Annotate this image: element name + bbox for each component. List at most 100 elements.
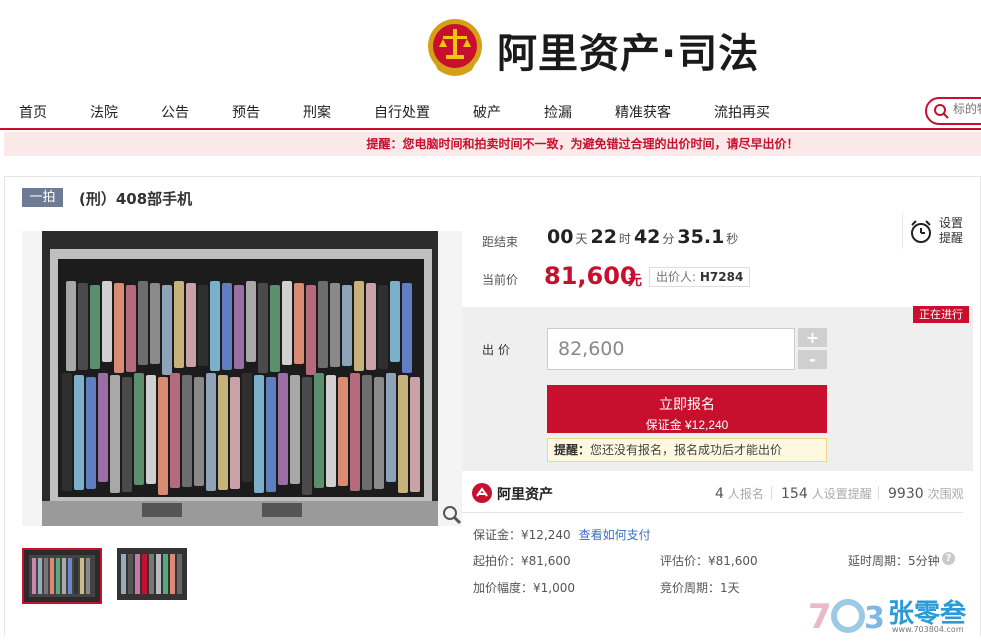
- bid-increase-button[interactable]: +: [798, 328, 827, 347]
- views-label: 次围观: [927, 487, 964, 501]
- phone-shape: [266, 377, 276, 492]
- info-divider: [462, 512, 963, 513]
- svg-text:7: 7: [808, 597, 832, 636]
- phone-shape: [330, 283, 340, 367]
- search-input[interactable]: [953, 102, 981, 116]
- thumbnail-2[interactable]: [117, 548, 197, 604]
- phone-shape: [258, 283, 268, 373]
- phone-shape: [230, 377, 240, 489]
- header: 阿里资产·司法: [0, 0, 981, 92]
- phone-shape: [354, 281, 364, 371]
- phone-shape: [314, 373, 324, 488]
- phone-shape: [138, 281, 148, 365]
- phone-shape: [114, 283, 124, 373]
- svg-text:3: 3: [864, 601, 884, 636]
- signups-label: 人报名: [727, 487, 764, 501]
- search-box[interactable]: [925, 97, 981, 125]
- phone-shape: [102, 281, 112, 362]
- deposit-info: 保证金：¥12,240 查看如何支付: [473, 526, 651, 543]
- phone-shape: [170, 373, 180, 488]
- nav-item-announcement[interactable]: 公告: [161, 102, 189, 122]
- nav-item-preview[interactable]: 预告: [232, 102, 260, 122]
- phone-shape: [218, 375, 228, 490]
- phones-case-photo: [22, 231, 462, 526]
- start-price-info: 起拍价：¥81,600: [473, 554, 571, 568]
- phone-shape: [110, 375, 120, 493]
- signup-deposit-label: 保证金 ¥12,240: [645, 417, 729, 432]
- phone-shape: [302, 377, 312, 495]
- phone-shape: [378, 285, 388, 369]
- phone-shape: [86, 377, 96, 489]
- thumbnail-1[interactable]: [22, 548, 102, 604]
- bid-cycle-info: 竞价周期：1天: [660, 581, 740, 595]
- phone-shape: [294, 283, 304, 364]
- signups-count: 4: [715, 486, 724, 502]
- nav-item-rebuy[interactable]: 流拍再买: [714, 102, 770, 122]
- countdown-days-unit: 天: [575, 232, 588, 246]
- watermark: 7 3 张零叁 www.703804.com: [808, 592, 968, 638]
- phone-shape: [386, 373, 396, 482]
- ali-assets-logo-icon: [472, 483, 492, 503]
- help-icon[interactable]: ?: [942, 552, 955, 565]
- brand-title: 阿里资产·司法: [497, 31, 760, 77]
- nav-item-criminal[interactable]: 刑案: [303, 102, 331, 122]
- phone-shape: [374, 377, 384, 489]
- stats-divider: [771, 486, 772, 500]
- current-price: 81,600: [544, 262, 637, 290]
- signups-stat: 4 人报名: [715, 485, 764, 502]
- phone-shape: [350, 373, 360, 491]
- phone-shape: [74, 375, 84, 490]
- phone-shape: [150, 283, 160, 364]
- nav-item-precise-leads[interactable]: 精准获客: [615, 102, 671, 122]
- search-icon: [934, 104, 949, 119]
- current-price-label: 当前价: [482, 273, 519, 287]
- phone-shape: [198, 285, 208, 366]
- countdown-seconds: 35.1: [677, 226, 725, 248]
- bid-decrease-button[interactable]: -: [798, 350, 827, 369]
- nav-item-bankruptcy[interactable]: 破产: [473, 102, 501, 122]
- auction-round-tag: 一拍: [22, 188, 63, 207]
- set-reminder-button[interactable]: 设置提醒: [902, 213, 972, 249]
- phone-shape: [306, 285, 316, 375]
- nav-item-bargains[interactable]: 捡漏: [544, 102, 572, 122]
- phone-shape: [254, 375, 264, 493]
- deposit-value: 保证金：¥12,240: [473, 528, 571, 542]
- nav-divider: [0, 128, 981, 130]
- current-price-unit: 元: [628, 273, 642, 289]
- phone-shape: [234, 285, 244, 369]
- phone-shape: [326, 375, 336, 487]
- platform-name: 阿里资产: [497, 487, 553, 503]
- how-to-pay-link[interactable]: 查看如何支付: [579, 528, 651, 542]
- phone-shape: [366, 283, 376, 370]
- countdown-hours-unit: 时: [618, 232, 631, 246]
- phone-shape: [338, 377, 348, 486]
- countdown-seconds-unit: 秒: [726, 232, 739, 246]
- phone-shape: [270, 285, 280, 372]
- zoom-icon[interactable]: [442, 505, 462, 525]
- phone-shape: [362, 375, 372, 490]
- nav-item-self-disposal[interactable]: 自行处置: [374, 102, 430, 122]
- phone-shape: [126, 285, 136, 372]
- watermark-logo-icon: 7 3: [808, 597, 885, 637]
- reminders-count: 154: [781, 486, 808, 502]
- phone-shape: [66, 281, 76, 371]
- signup-tip: 提醒：您还没有报名，报名成功后才能出价: [547, 438, 827, 462]
- views-count: 9930: [888, 486, 924, 502]
- phone-shape: [158, 377, 168, 495]
- countdown-minutes-unit: 分: [662, 232, 675, 246]
- phone-shape: [282, 281, 292, 365]
- phone-shape: [194, 377, 204, 486]
- phone-shape: [290, 375, 300, 484]
- countdown-timer: 00 天 22 时 42 分 35.1 秒: [547, 226, 741, 248]
- nav-item-court[interactable]: 法院: [90, 102, 118, 122]
- watermark-url: www.703804.com: [892, 625, 964, 634]
- phone-shape: [98, 373, 108, 482]
- time-warning-notice: 提醒：您电脑时间和拍卖时间不一致，为避免错过合理的出价时间，请尽早出价！: [4, 132, 981, 156]
- item-main-image[interactable]: [22, 231, 462, 526]
- phone-shape: [174, 281, 184, 368]
- signup-button[interactable]: 立即报名 保证金 ¥12,240: [547, 385, 827, 433]
- nav-item-home[interactable]: 首页: [19, 102, 47, 122]
- increment-info: 加价幅度：¥1,000: [473, 581, 575, 595]
- phone-shape: [206, 373, 216, 491]
- bid-amount-input[interactable]: [547, 328, 795, 370]
